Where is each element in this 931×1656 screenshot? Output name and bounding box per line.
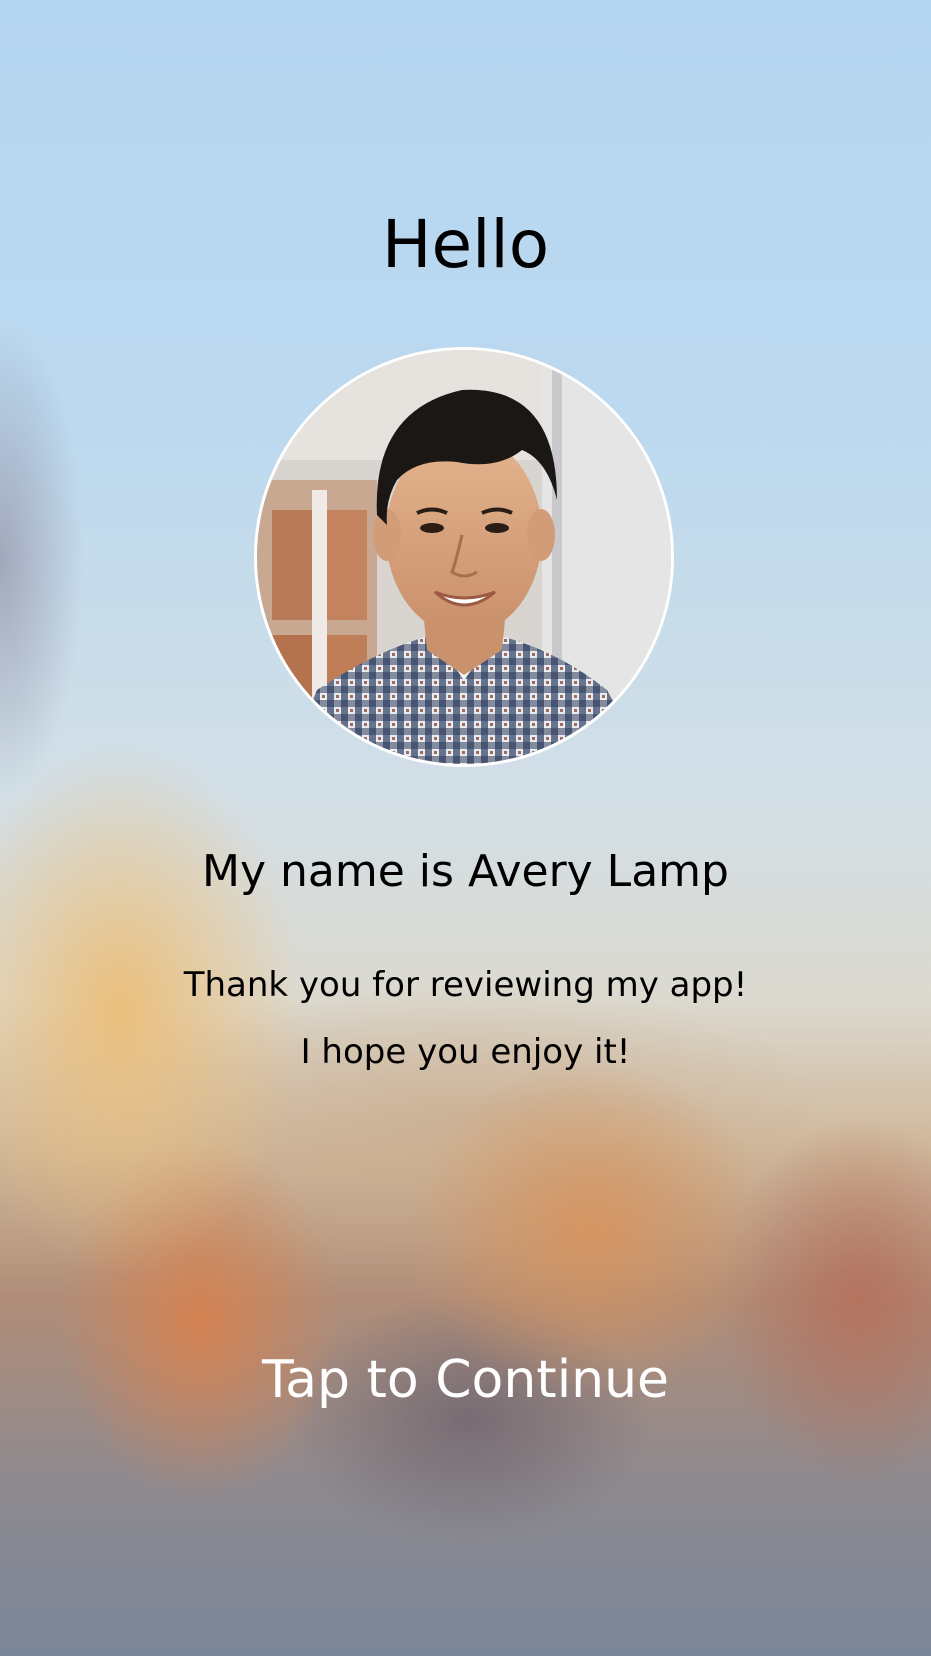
- welcome-screen[interactable]: Hello My name is Avery Lamp Thank you fo…: [0, 0, 931, 1656]
- tap-to-continue-button[interactable]: Tap to Continue: [0, 1348, 931, 1412]
- profile-photo-image: [257, 350, 671, 764]
- profile-photo: [254, 347, 674, 767]
- content: Hello My name is Avery Lamp Thank you fo…: [0, 0, 931, 1656]
- name-text: My name is Avery Lamp: [202, 846, 729, 897]
- enjoy-text: I hope you enjoy it!: [300, 1032, 631, 1072]
- greeting-title: Hello: [381, 206, 550, 283]
- thank-you-text: Thank you for reviewing my app!: [183, 965, 748, 1005]
